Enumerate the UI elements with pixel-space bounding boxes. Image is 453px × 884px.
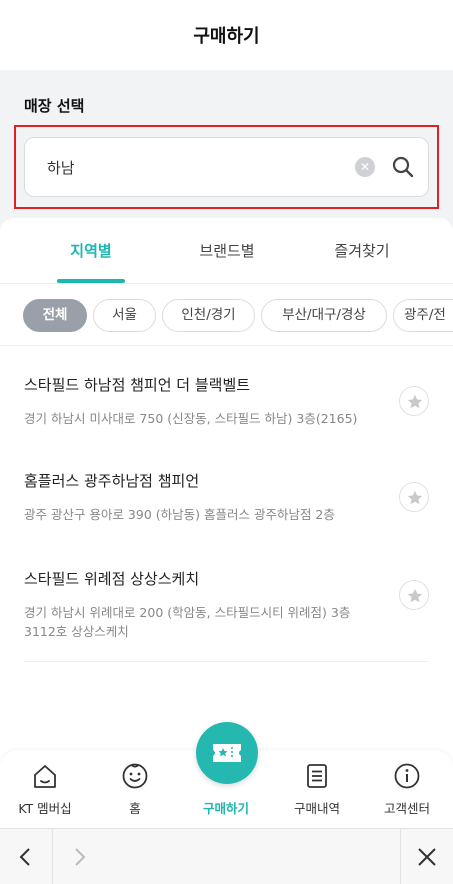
page-title: 구매하기 bbox=[193, 26, 260, 47]
region-chip-row[interactable]: 전체 서울 인천/경기 부산/대구/경상 광주/전 bbox=[0, 284, 453, 346]
chip-busan-daegu-gyeongsang[interactable]: 부산/대구/경상 bbox=[261, 299, 387, 332]
star-icon bbox=[407, 490, 423, 505]
info-icon bbox=[394, 763, 420, 789]
store-select-section: 매장 선택 ✕ bbox=[0, 70, 453, 230]
chevron-right-icon bbox=[75, 848, 86, 866]
close-button[interactable] bbox=[401, 829, 453, 884]
receipt-icon bbox=[307, 764, 327, 788]
store-address: 광주 광산구 용아로 390 (하남동) 홈플러스 광주하남점 2층 bbox=[24, 507, 335, 522]
nav-label: KT 멤버십 bbox=[18, 801, 72, 816]
star-icon bbox=[407, 394, 423, 409]
nav-label: 홈 bbox=[129, 801, 141, 816]
store-search-box: ✕ bbox=[24, 137, 429, 197]
chip-seoul[interactable]: 서울 bbox=[93, 299, 156, 332]
back-button[interactable] bbox=[0, 829, 52, 884]
nav-label: 고객센터 bbox=[383, 801, 430, 816]
nav-label: 구매하기 bbox=[202, 801, 249, 816]
list-item[interactable]: 스타필드 하남점 챔피언 더 블랙벨트 경기 하남시 미사대로 750 (신장동… bbox=[24, 374, 429, 428]
list-item[interactable]: 스타필드 위례점 상상스케치 경기 하남시 위례대로 200 (학암동, 스타필… bbox=[24, 568, 429, 641]
ticket-icon bbox=[213, 744, 241, 762]
list-item[interactable]: 홈플러스 광주하남점 챔피언 광주 광산구 용아로 390 (하남동) 홈플러스… bbox=[24, 470, 429, 524]
app-header: 구매하기 bbox=[0, 0, 453, 70]
purchase-fab-button[interactable] bbox=[196, 722, 258, 784]
favorite-star-button[interactable] bbox=[399, 580, 429, 610]
clear-circle-icon[interactable]: ✕ bbox=[355, 157, 375, 177]
tab-favorites[interactable]: 즐겨찾기 bbox=[312, 218, 412, 284]
store-select-title: 매장 선택 bbox=[24, 97, 85, 115]
chip-gwangju[interactable]: 광주/전 bbox=[393, 299, 453, 332]
chip-incheon-gyeonggi[interactable]: 인천/경기 bbox=[162, 299, 255, 332]
magnifier-icon[interactable] bbox=[391, 155, 415, 179]
forward-button[interactable] bbox=[53, 829, 105, 884]
store-address: 경기 하남시 위례대로 200 (학암동, 스타필드시티 위례점) 3층 311… bbox=[24, 605, 351, 639]
nav-label: 구매내역 bbox=[293, 801, 340, 816]
favorite-star-button[interactable] bbox=[399, 482, 429, 512]
store-name: 스타필드 위례점 상상스케치 bbox=[24, 570, 200, 588]
store-address: 경기 하남시 미사대로 750 (신장동, 스타필드 하남) 3층(2165) bbox=[24, 411, 358, 426]
list-divider bbox=[24, 661, 429, 662]
store-name: 스타필드 하남점 챔피언 더 블랙벨트 bbox=[24, 376, 251, 394]
store-name: 홈플러스 광주하남점 챔피언 bbox=[24, 472, 200, 490]
tab-region[interactable]: 지역별 bbox=[41, 218, 141, 284]
home-icon bbox=[34, 765, 56, 788]
store-search-input[interactable] bbox=[47, 138, 347, 196]
favorite-star-button[interactable] bbox=[399, 386, 429, 416]
chip-all[interactable]: 전체 bbox=[23, 299, 87, 332]
nav-purchase-history[interactable]: 구매내역 bbox=[272, 750, 362, 828]
nav-home[interactable]: 홈 bbox=[90, 750, 180, 828]
nav-kt-membership[interactable]: KT 멤버십 bbox=[0, 750, 90, 828]
browser-toolbar bbox=[0, 828, 453, 884]
chevron-left-icon bbox=[19, 848, 30, 866]
filter-tabs: 지역별 브랜드별 즐겨찾기 bbox=[0, 218, 453, 284]
store-list-panel: 지역별 브랜드별 즐겨찾기 전체 서울 인천/경기 부산/대구/경상 광주/전 … bbox=[0, 218, 453, 778]
star-icon bbox=[407, 588, 423, 603]
smile-icon bbox=[122, 763, 148, 789]
active-tab-indicator bbox=[57, 279, 125, 283]
tab-brand[interactable]: 브랜드별 bbox=[177, 218, 277, 284]
nav-customer-center[interactable]: 고객센터 bbox=[362, 750, 452, 828]
close-icon bbox=[418, 848, 436, 866]
